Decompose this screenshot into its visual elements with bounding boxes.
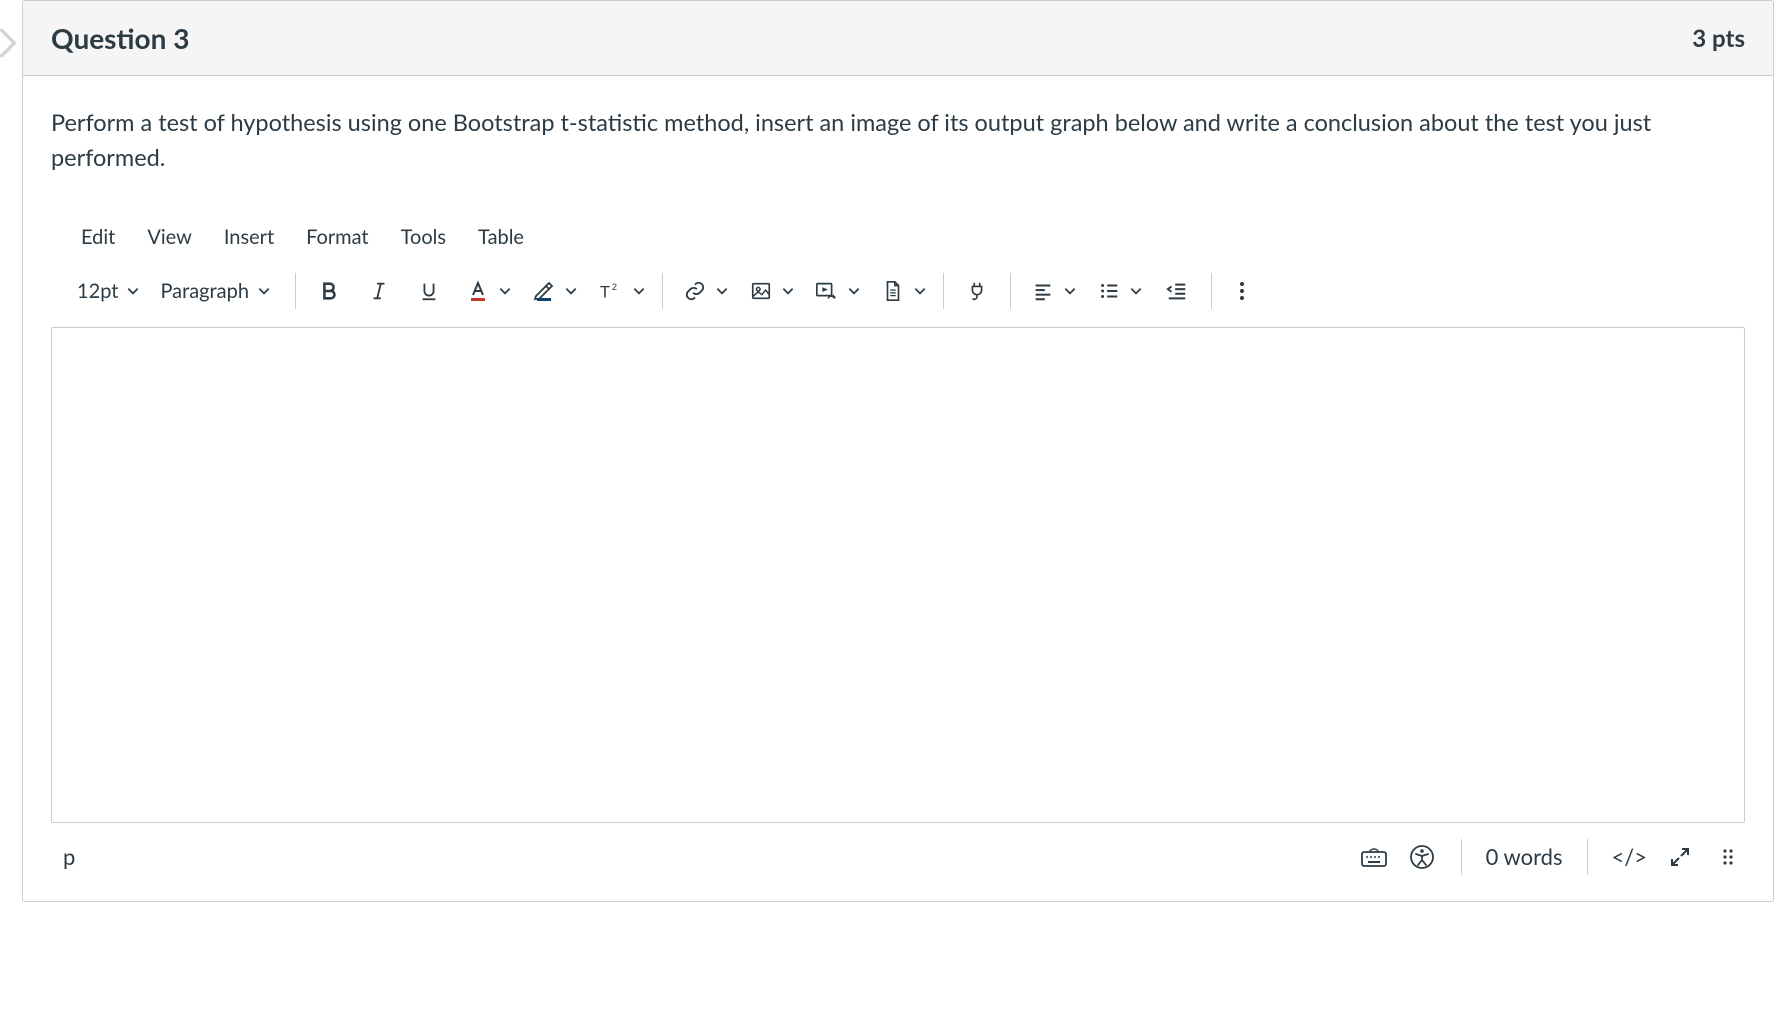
kebab-icon <box>1238 280 1246 302</box>
svg-text:T: T <box>600 282 610 301</box>
media-button[interactable] <box>809 273 863 309</box>
drag-handle-icon <box>1722 846 1734 868</box>
menu-table[interactable]: Table <box>466 219 536 255</box>
chevron-down-icon <box>126 279 140 303</box>
chevron-down-icon <box>632 279 646 303</box>
chevron-down-icon <box>257 279 271 303</box>
apps-button[interactable] <box>958 273 996 309</box>
more-status-button[interactable] <box>1713 842 1743 872</box>
align-button[interactable] <box>1025 273 1079 309</box>
chevron-down-icon <box>847 279 861 303</box>
question-points: 3 pts <box>1692 24 1745 53</box>
plug-icon <box>966 280 988 302</box>
text-color-icon <box>462 273 494 309</box>
document-button[interactable] <box>875 273 929 309</box>
editor-statusbar: p 0 words </> <box>51 823 1745 879</box>
bold-button[interactable] <box>310 273 348 309</box>
accessibility-icon <box>1409 844 1435 870</box>
more-options-button[interactable] <box>1226 273 1258 309</box>
media-icon <box>811 273 843 309</box>
block-format-select[interactable]: Paragraph <box>150 275 281 307</box>
toolbar-divider <box>295 273 296 309</box>
image-icon <box>745 273 777 309</box>
question-header: Question 3 3 pts <box>23 1 1773 76</box>
toolbar-divider <box>662 273 663 309</box>
chevron-down-icon <box>715 279 729 303</box>
fullscreen-button[interactable] <box>1665 842 1695 872</box>
menu-insert[interactable]: Insert <box>212 219 286 255</box>
statusbar-divider <box>1461 839 1462 875</box>
flag-toggle-icon[interactable] <box>0 28 18 58</box>
html-view-button[interactable]: </> <box>1612 842 1647 872</box>
link-icon <box>679 273 711 309</box>
question-text: Perform a test of hypothesis using one B… <box>51 106 1745 177</box>
toolbar-divider <box>1010 273 1011 309</box>
align-left-icon <box>1027 273 1059 309</box>
menu-view[interactable]: View <box>135 219 204 255</box>
chevron-down-icon <box>498 279 512 303</box>
highlight-icon <box>528 273 560 309</box>
superscript-button[interactable]: T2 <box>592 273 648 309</box>
highlight-color-button[interactable] <box>526 273 580 309</box>
menu-format[interactable]: Format <box>294 219 381 255</box>
chevron-down-icon <box>913 279 927 303</box>
keyboard-shortcuts-button[interactable] <box>1359 842 1389 872</box>
editor-menubar: Edit View Insert Format Tools Table <box>51 219 1745 261</box>
block-format-value: Paragraph <box>160 279 249 303</box>
link-button[interactable] <box>677 273 731 309</box>
keyboard-icon <box>1360 846 1388 868</box>
image-button[interactable] <box>743 273 797 309</box>
accessibility-checker-button[interactable] <box>1407 842 1437 872</box>
editor-textarea[interactable] <box>51 327 1745 823</box>
list-button[interactable] <box>1091 273 1145 309</box>
chevron-down-icon <box>1129 279 1143 303</box>
outdent-icon <box>1165 280 1189 302</box>
svg-text:2: 2 <box>612 282 617 292</box>
question-container: Question 3 3 pts Perform a test of hypot… <box>22 0 1774 902</box>
question-title: Question 3 <box>51 21 189 55</box>
chevron-down-icon <box>564 279 578 303</box>
toolbar-divider <box>943 273 944 309</box>
menu-tools[interactable]: Tools <box>389 219 458 255</box>
bullet-list-icon <box>1093 273 1125 309</box>
outdent-button[interactable] <box>1157 273 1197 309</box>
document-icon <box>877 273 909 309</box>
font-size-value: 12pt <box>77 279 118 303</box>
statusbar-divider <box>1587 839 1588 875</box>
word-count[interactable]: 0 words <box>1486 843 1563 870</box>
superscript-icon: T2 <box>594 273 628 309</box>
editor-toolbar: 12pt Paragraph <box>51 261 1745 321</box>
text-color-button[interactable] <box>460 273 514 309</box>
underline-button[interactable] <box>410 273 448 309</box>
resize-icon <box>1668 845 1692 869</box>
html-view-label: </> <box>1612 843 1647 870</box>
element-path[interactable]: p <box>63 843 75 870</box>
toolbar-divider <box>1211 273 1212 309</box>
chevron-down-icon <box>781 279 795 303</box>
menu-edit[interactable]: Edit <box>69 219 127 255</box>
rich-text-editor: Edit View Insert Format Tools Table 12pt… <box>51 219 1745 879</box>
italic-button[interactable] <box>360 273 398 309</box>
font-size-select[interactable]: 12pt <box>67 275 150 307</box>
chevron-down-icon <box>1063 279 1077 303</box>
